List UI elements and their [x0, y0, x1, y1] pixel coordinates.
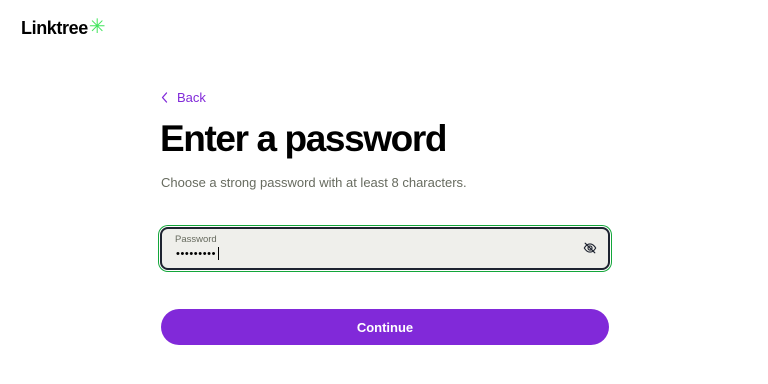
password-field[interactable]: Password •••••••••	[160, 227, 610, 270]
signup-password-page: Linktree ✳ Back Enter a password Choose …	[0, 0, 768, 384]
chevron-left-icon	[161, 92, 168, 103]
page-title: Enter a password	[160, 118, 447, 159]
continue-button[interactable]: Continue	[161, 309, 609, 345]
linktree-logo[interactable]: Linktree ✳	[21, 15, 106, 39]
linktree-asterisk-icon: ✳	[88, 15, 106, 38]
back-link[interactable]: Back	[161, 90, 206, 105]
eye-off-icon[interactable]	[583, 241, 597, 255]
password-input[interactable]: •••••••••	[176, 247, 220, 260]
password-value: •••••••••	[176, 247, 217, 260]
back-label: Back	[177, 90, 206, 105]
logo-wordmark: Linktree	[21, 18, 88, 38]
text-caret	[218, 247, 220, 260]
page-subtitle: Choose a strong password with at least 8…	[161, 175, 467, 190]
password-field-label: Password	[175, 234, 217, 245]
